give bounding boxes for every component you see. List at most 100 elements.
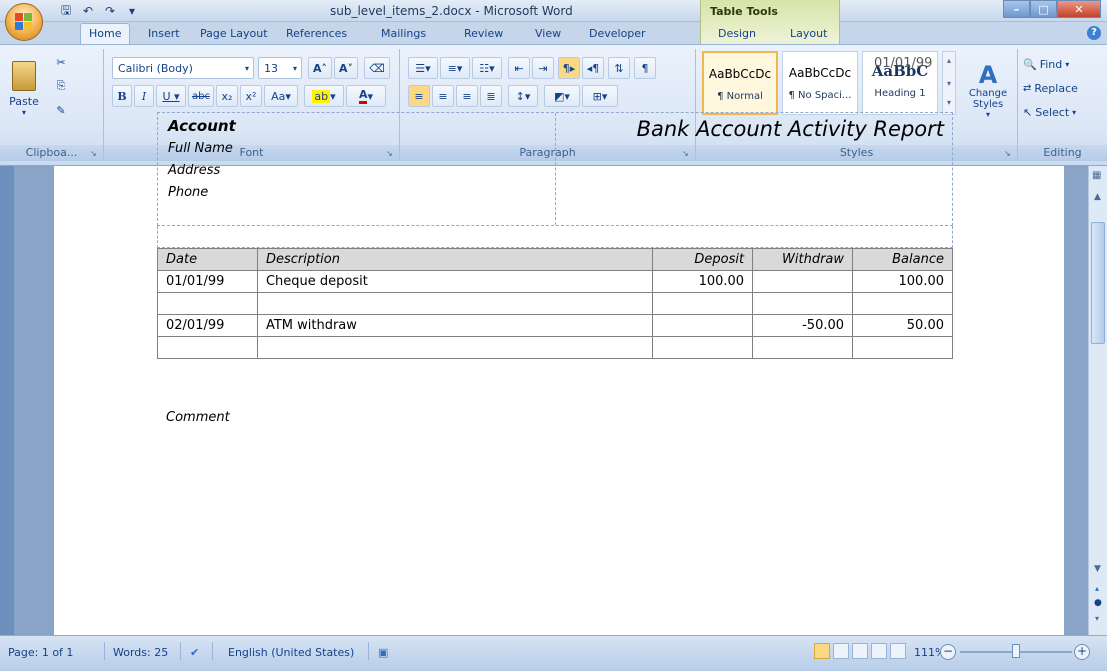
row-description[interactable]: ATM withdraw [256, 314, 654, 337]
row-balance[interactable]: 50.00 [852, 314, 953, 337]
row-date[interactable]: 01/01/99 [157, 270, 258, 293]
transactions-table[interactable]: Date Description Deposit Withdraw Balanc… [157, 248, 953, 359]
font-size-select[interactable]: 13 ▾ [258, 57, 302, 79]
clipboard-launcher-icon[interactable]: ↘ [90, 149, 100, 159]
vertical-scrollbar[interactable]: ▦ ▲ ▼ ▴ ● ▾ [1088, 166, 1107, 635]
tab-mailings[interactable]: Mailings [373, 24, 434, 43]
borders-button[interactable]: ⊞▾ [582, 85, 618, 107]
outline-view-icon[interactable] [871, 643, 887, 659]
show-hide-button[interactable]: ¶ [634, 57, 656, 79]
row-withdraw[interactable]: -50.00 [752, 314, 854, 337]
change-styles-button[interactable]: A Change Styles ▾ [964, 53, 1012, 127]
browse-object-icon[interactable]: ● [1094, 598, 1102, 608]
underline-button[interactable]: U ▾ [156, 85, 186, 107]
tab-layout[interactable]: Layout [782, 24, 835, 43]
align-center-button[interactable]: ≡ [432, 85, 454, 107]
tab-developer[interactable]: Developer [581, 24, 654, 43]
zoom-slider-knob[interactable] [1012, 644, 1020, 658]
superscript-button[interactable]: x² [240, 85, 262, 107]
scroll-down-icon[interactable]: ▼ [1094, 564, 1101, 574]
macro-icon[interactable]: ▣ [378, 646, 388, 659]
format-painter-button[interactable]: ✎ [50, 99, 72, 121]
office-button[interactable] [5, 3, 43, 41]
row-deposit[interactable]: 100.00 [652, 270, 754, 293]
sort-button[interactable]: ⇅ [608, 57, 630, 79]
table-row[interactable]: 01/01/99 Cheque deposit 100.00 100.00 [157, 270, 953, 293]
zoom-out-icon[interactable]: − [940, 644, 956, 660]
zoom-in-icon[interactable]: + [1074, 644, 1090, 660]
strikethrough-button[interactable]: abc [188, 85, 214, 107]
close-button[interactable]: ✕ [1057, 0, 1101, 18]
table-empty-row[interactable] [157, 292, 953, 315]
undo-icon[interactable]: ↶ [80, 3, 96, 19]
rtl-button[interactable]: ◂¶ [582, 57, 604, 79]
row-deposit[interactable] [652, 314, 754, 337]
change-case-button[interactable]: Aa▾ [264, 85, 298, 107]
styles-launcher-icon[interactable]: ↘ [1004, 149, 1014, 159]
grow-font-button[interactable]: A˄ [308, 57, 332, 79]
scrollbar-thumb[interactable] [1091, 222, 1105, 344]
font-name-select[interactable]: Calibri (Body) ▾ [112, 57, 254, 79]
subscript-button[interactable]: x₂ [216, 85, 238, 107]
maximize-button[interactable]: □ [1030, 0, 1057, 18]
align-left-button[interactable]: ≡ [408, 85, 430, 107]
language[interactable]: English (United States) [228, 646, 354, 659]
highlight-button[interactable]: ab ▾ [304, 85, 344, 107]
find-button[interactable]: 🔍 Find ▾ [1022, 53, 1104, 75]
web-layout-icon[interactable] [852, 643, 868, 659]
bullets-button[interactable]: ☰▾ [408, 57, 438, 79]
tab-insert[interactable]: Insert [140, 24, 188, 43]
style-no-spacing[interactable]: AaBbCcDc ¶ No Spaci... [782, 51, 858, 115]
page-count[interactable]: Page: 1 of 1 [8, 646, 73, 659]
row-withdraw[interactable] [752, 270, 854, 293]
help-icon[interactable]: ? [1087, 26, 1101, 40]
scroll-up-icon[interactable]: ▲ [1094, 192, 1101, 202]
align-right-button[interactable]: ≡ [456, 85, 478, 107]
justify-button[interactable]: ≣ [480, 85, 502, 107]
table-row[interactable]: 02/01/99 ATM withdraw -50.00 50.00 [157, 314, 953, 337]
style-normal[interactable]: AaBbCcDc ¶ Normal [702, 51, 778, 115]
print-layout-view-icon[interactable] [814, 643, 830, 659]
word-count[interactable]: Words: 25 [113, 646, 168, 659]
font-color-button[interactable]: A ▾ [346, 85, 386, 107]
draft-view-icon[interactable] [890, 643, 906, 659]
account-cell[interactable]: Account Full Name Address Phone [158, 113, 556, 225]
tab-home[interactable]: Home [80, 23, 131, 44]
line-spacing-button[interactable]: ↕▾ [508, 85, 538, 107]
multilevel-list-button[interactable]: ☷▾ [472, 57, 502, 79]
decrease-indent-button[interactable]: ⇤ [508, 57, 530, 79]
customize-qat-icon[interactable]: ▾ [124, 3, 140, 19]
bold-button[interactable]: B [112, 85, 132, 107]
next-page-icon[interactable]: ▾ [1095, 614, 1099, 623]
tab-page-layout[interactable]: Page Layout [192, 24, 276, 43]
tab-references[interactable]: References [278, 24, 355, 43]
save-icon[interactable]: 🖫 [58, 3, 74, 19]
table-empty-row[interactable] [157, 336, 953, 359]
tab-design[interactable]: Design [710, 24, 764, 43]
cut-button[interactable]: ✂ [50, 51, 72, 73]
styles-gallery-scroll[interactable]: ▴ ▾ ▾ [942, 51, 956, 115]
tab-review[interactable]: Review [456, 24, 511, 43]
row-balance[interactable]: 100.00 [852, 270, 953, 293]
select-button[interactable]: ↖ Select ▾ [1022, 101, 1104, 123]
numbering-button[interactable]: ≡▾ [440, 57, 470, 79]
row-date[interactable]: 02/01/99 [157, 314, 258, 337]
minimize-button[interactable]: – [1003, 0, 1030, 18]
ltr-button[interactable]: ¶▸ [558, 57, 580, 79]
increase-indent-button[interactable]: ⇥ [532, 57, 554, 79]
header-table-empty-row[interactable] [157, 226, 953, 248]
redo-icon[interactable]: ↷ [102, 3, 118, 19]
row-description[interactable]: Cheque deposit [256, 270, 654, 293]
shading-button[interactable]: ◩▾ [544, 85, 580, 107]
paste-button[interactable]: Paste ▾ [4, 53, 44, 125]
ruler-toggle-icon[interactable]: ▦ [1092, 170, 1101, 181]
tab-view[interactable]: View [527, 24, 569, 43]
copy-button[interactable]: ⎘ [50, 75, 72, 97]
full-screen-reading-icon[interactable] [833, 643, 849, 659]
shrink-font-button[interactable]: A˅ [334, 57, 358, 79]
replace-button[interactable]: ⇄ Replace [1022, 77, 1104, 99]
proofing-icon[interactable]: ✔ [190, 646, 199, 659]
header-table[interactable]: Account Full Name Address Phone Bank Acc… [157, 112, 953, 226]
clear-formatting-button[interactable]: ⌫ [364, 57, 390, 79]
previous-page-icon[interactable]: ▴ [1095, 584, 1099, 593]
